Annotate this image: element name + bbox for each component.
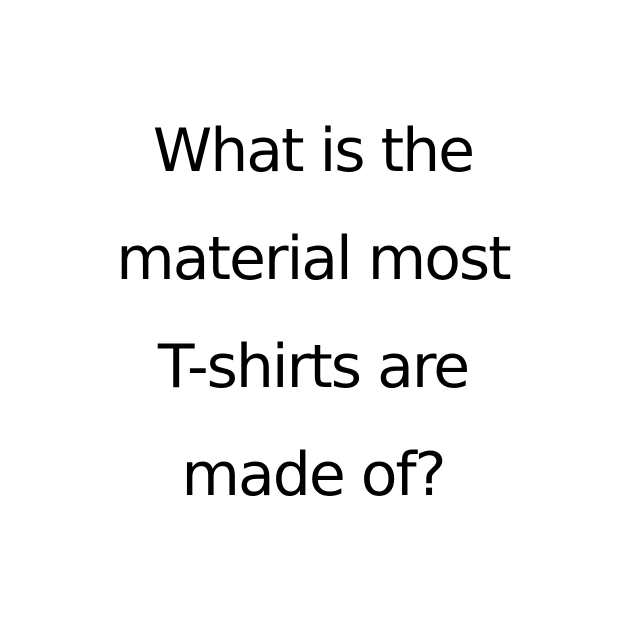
question-card: What is the material most T-shirts are m… <box>0 0 626 626</box>
question-line-3: T-shirts are <box>157 332 470 402</box>
question-line-4: made of? <box>181 440 447 510</box>
question-line-1: What is the <box>152 116 475 186</box>
question-text: What is the material most T-shirts are m… <box>13 97 613 529</box>
question-line-2: material most <box>116 224 511 294</box>
